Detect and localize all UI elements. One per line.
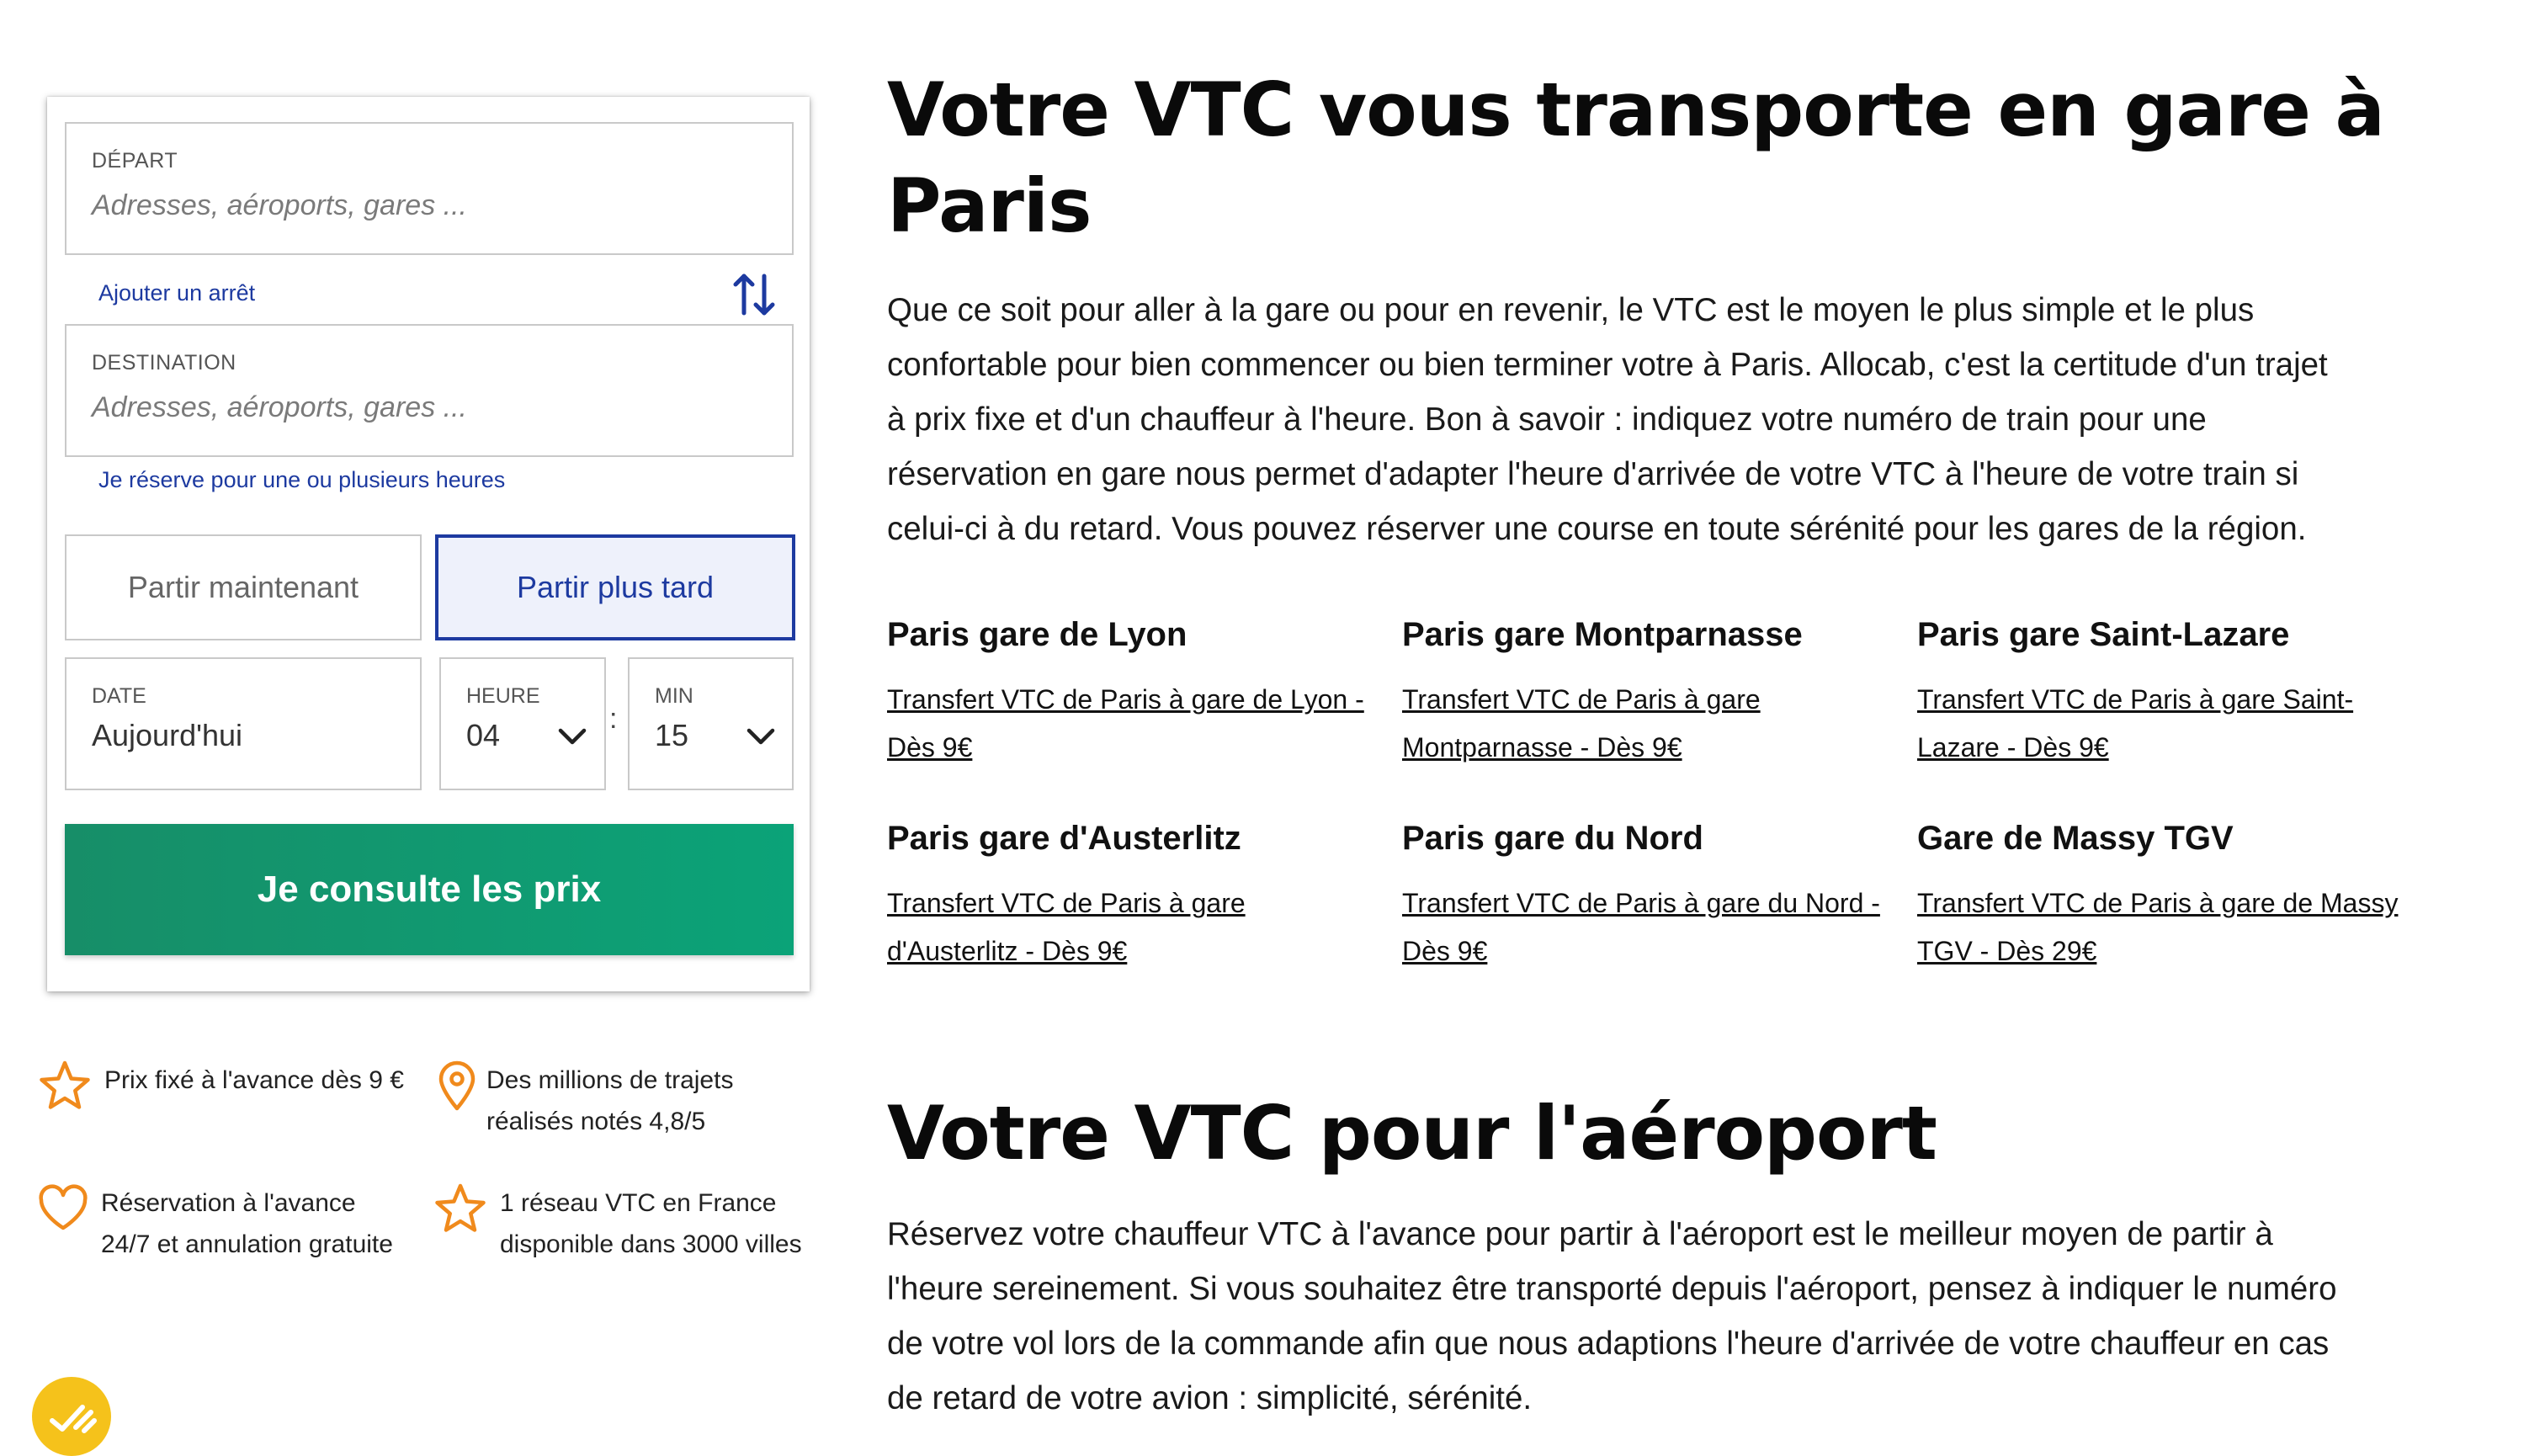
airport-paragraph: Réservez votre chauffeur VTC à l'avance … <box>887 1207 2444 1426</box>
hour-select[interactable]: HEURE 04 <box>439 657 606 790</box>
paragraph-line: celui-ci à du retard. Vous pouvez réserv… <box>887 511 2307 547</box>
link-line[interactable]: TGV - Dès 29€ <box>1917 927 2414 975</box>
map-pin-icon <box>438 1060 476 1111</box>
feature-line: Des millions de trajets <box>486 1066 734 1094</box>
gare-link-massy[interactable]: Transfert VTC de Paris à gare de Massy T… <box>1917 879 2414 975</box>
feature-line: 24/7 et annulation gratuite <box>101 1230 393 1258</box>
feature-line: 1 réseau VTC en France <box>500 1189 777 1217</box>
minute-value: 15 <box>655 718 689 752</box>
check-prices-button[interactable]: Je consulte les prix <box>65 824 794 955</box>
date-label: DATE <box>92 684 146 708</box>
feature-line: Prix fixé à l'avance dès 9 € <box>104 1066 404 1094</box>
paragraph-line: de retard de votre avion : simplicité, s… <box>887 1380 1533 1416</box>
link-line[interactable]: Lazare - Dès 9€ <box>1917 724 2414 772</box>
paragraph-line: Réservez votre chauffeur VTC à l'avance … <box>887 1216 2273 1252</box>
destination-field[interactable]: DESTINATION Adresses, aéroports, gares .… <box>65 324 794 457</box>
feature-network: 1 réseau VTC en France disponible dans 3… <box>500 1182 802 1265</box>
feature-booking: Réservation à l'avance 24/7 et annulatio… <box>101 1182 393 1265</box>
gare-link-saint-lazare[interactable]: Transfert VTC de Paris à gare Saint- Laz… <box>1917 676 2414 772</box>
chat-widget-button[interactable] <box>32 1377 111 1456</box>
swap-arrows-icon[interactable] <box>731 269 778 320</box>
date-select[interactable]: DATE Aujourd'hui <box>65 657 422 790</box>
gares-paragraph: Que ce soit pour aller à la gare ou pour… <box>887 283 2444 556</box>
chevron-down-icon <box>746 728 775 745</box>
link-line[interactable]: Transfert VTC de Paris à gare Saint- <box>1917 676 2414 724</box>
feature-ratings: Des millions de trajets réalisés notés 4… <box>486 1060 733 1142</box>
chevron-down-icon <box>558 728 587 745</box>
departure-label: DÉPART <box>92 149 178 173</box>
paragraph-line: à prix fixe et d'un chauffeur à l'heure.… <box>887 401 2207 438</box>
paragraph-line: réservation en gare nous permet d'adapte… <box>887 456 2299 492</box>
destination-label: DESTINATION <box>92 351 236 375</box>
departure-placeholder: Adresses, aéroports, gares ... <box>92 189 467 221</box>
gare-link-lyon[interactable]: Transfert VTC de Paris à gare de Lyon - … <box>887 676 1384 772</box>
paragraph-line: confortable pour bien commencer ou bien … <box>887 347 2328 383</box>
feature-line: disponible dans 3000 villes <box>500 1230 802 1258</box>
title-line: Paris <box>887 162 1092 249</box>
date-value: Aujourd'hui <box>92 718 242 752</box>
gare-title-nord: Paris gare du Nord <box>1402 820 1703 857</box>
leave-now-button[interactable]: Partir maintenant <box>65 534 422 640</box>
gare-title-massy: Gare de Massy TGV <box>1917 820 2234 857</box>
link-line[interactable]: Transfert VTC de Paris à gare <box>1402 676 1899 724</box>
minute-select[interactable]: MIN 15 <box>628 657 794 790</box>
link-line[interactable]: Dès 9€ <box>1402 927 1899 975</box>
link-line[interactable]: Transfert VTC de Paris à gare de Massy <box>1917 879 2414 927</box>
add-stop-link[interactable]: Ajouter un arrêt <box>98 280 255 306</box>
departure-field[interactable]: DÉPART Adresses, aéroports, gares ... <box>65 122 794 255</box>
paragraph-line: l'heure sereinement. Si vous souhaitez ê… <box>887 1271 2337 1307</box>
leave-later-button[interactable]: Partir plus tard <box>435 534 795 640</box>
gare-title-saint-lazare: Paris gare Saint-Lazare <box>1917 616 2290 653</box>
heart-icon <box>39 1184 88 1230</box>
chat-check-icon <box>50 1405 97 1433</box>
gare-title-austerlitz: Paris gare d'Austerlitz <box>887 820 1241 857</box>
link-line[interactable]: Dès 9€ <box>887 724 1384 772</box>
gare-link-nord[interactable]: Transfert VTC de Paris à gare du Nord - … <box>1402 879 1899 975</box>
star-icon <box>435 1183 486 1232</box>
section-title-gares: Votre VTC vous transporte en gare à Pari… <box>887 62 2444 254</box>
gare-link-montparnasse[interactable]: Transfert VTC de Paris à gare Montparnas… <box>1402 676 1899 772</box>
link-line[interactable]: Montparnasse - Dès 9€ <box>1402 724 1899 772</box>
feature-line: réalisés notés 4,8/5 <box>486 1108 706 1135</box>
feature-line: Réservation à l'avance <box>101 1189 356 1217</box>
gare-title-montparnasse: Paris gare Montparnasse <box>1402 616 1803 653</box>
gare-link-austerlitz[interactable]: Transfert VTC de Paris à gare d'Austerli… <box>887 879 1384 975</box>
booking-form: DÉPART Adresses, aéroports, gares ... Aj… <box>47 97 810 991</box>
hourly-booking-link[interactable]: Je réserve pour une ou plusieurs heures <box>98 467 505 493</box>
section-title-airport: Votre VTC pour l'aéroport <box>887 1090 1937 1177</box>
link-line[interactable]: Transfert VTC de Paris à gare du Nord - <box>1402 879 1899 927</box>
minute-label: MIN <box>655 684 693 708</box>
title-line: Votre VTC vous transporte en gare à <box>887 66 2385 153</box>
hour-label: HEURE <box>466 684 540 708</box>
time-separator: : <box>609 703 618 735</box>
feature-fixed-price: Prix fixé à l'avance dès 9 € <box>104 1060 404 1101</box>
link-line[interactable]: Transfert VTC de Paris à gare <box>887 879 1384 927</box>
hour-value: 04 <box>466 718 501 752</box>
link-line[interactable]: d'Austerlitz - Dès 9€ <box>887 927 1384 975</box>
link-line[interactable]: Transfert VTC de Paris à gare de Lyon - <box>887 676 1384 724</box>
paragraph-line: de votre vol lors de la commande afin qu… <box>887 1326 2330 1362</box>
gare-title-lyon: Paris gare de Lyon <box>887 616 1187 653</box>
destination-placeholder: Adresses, aéroports, gares ... <box>92 391 467 423</box>
star-icon <box>40 1060 90 1109</box>
paragraph-line: Que ce soit pour aller à la gare ou pour… <box>887 292 2255 328</box>
